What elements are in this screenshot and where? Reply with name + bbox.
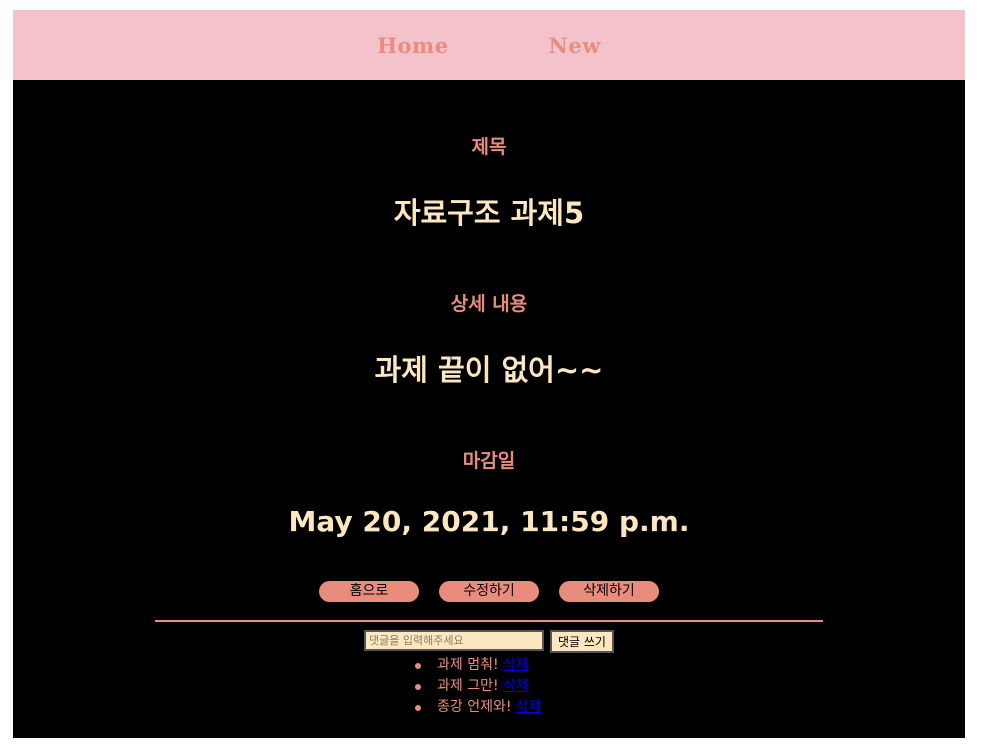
title-label: 제목 xyxy=(471,136,507,158)
action-buttons: 홈으로 수정하기 삭제하기 xyxy=(13,581,965,602)
bullet-icon xyxy=(415,705,421,711)
title-value: 자료구조 과제5 xyxy=(393,196,585,230)
bullet-icon xyxy=(415,663,421,669)
divider xyxy=(155,620,823,622)
comment-delete-link[interactable]: 삭제 xyxy=(503,678,529,694)
content-value: 과제 끝이 없어~~ xyxy=(374,353,604,387)
comment-list: 과제 멈춰! 삭제 과제 그만! 삭제 종강 언제와! 삭제 xyxy=(415,655,542,718)
comment-item: 과제 멈춰! 삭제 xyxy=(415,655,542,676)
nav-link-new[interactable]: New xyxy=(549,33,601,58)
deadline-label: 마감일 xyxy=(462,450,516,472)
comment-text: 과제 그만! xyxy=(437,678,499,694)
comment-text: 과제 멈춰! xyxy=(437,657,499,673)
bullet-icon xyxy=(415,684,421,690)
home-button[interactable]: 홈으로 xyxy=(319,581,419,602)
comment-submit-button[interactable]: 댓글 쓰기 xyxy=(550,630,614,653)
comment-item: 과제 그만! 삭제 xyxy=(415,676,542,697)
comment-input[interactable] xyxy=(364,630,544,651)
comment-delete-link[interactable]: 삭제 xyxy=(516,699,542,715)
nav-link-home[interactable]: Home xyxy=(377,33,448,58)
deadline-value: May 20, 2021, 11:59 p.m. xyxy=(288,505,690,538)
comment-item: 종강 언제와! 삭제 xyxy=(415,697,542,718)
top-navigation: Home New xyxy=(13,10,965,80)
comment-text: 종강 언제와! xyxy=(437,699,512,715)
content-label: 상세 내용 xyxy=(450,293,528,315)
edit-button[interactable]: 수정하기 xyxy=(439,581,539,602)
comment-form: 댓글 쓰기 xyxy=(13,630,965,653)
comment-delete-link[interactable]: 삭제 xyxy=(503,657,529,673)
delete-button[interactable]: 삭제하기 xyxy=(559,581,659,602)
page-container: Home New 제목 자료구조 과제5 상세 내용 과제 끝이 없어~~ 마감… xyxy=(13,10,965,738)
